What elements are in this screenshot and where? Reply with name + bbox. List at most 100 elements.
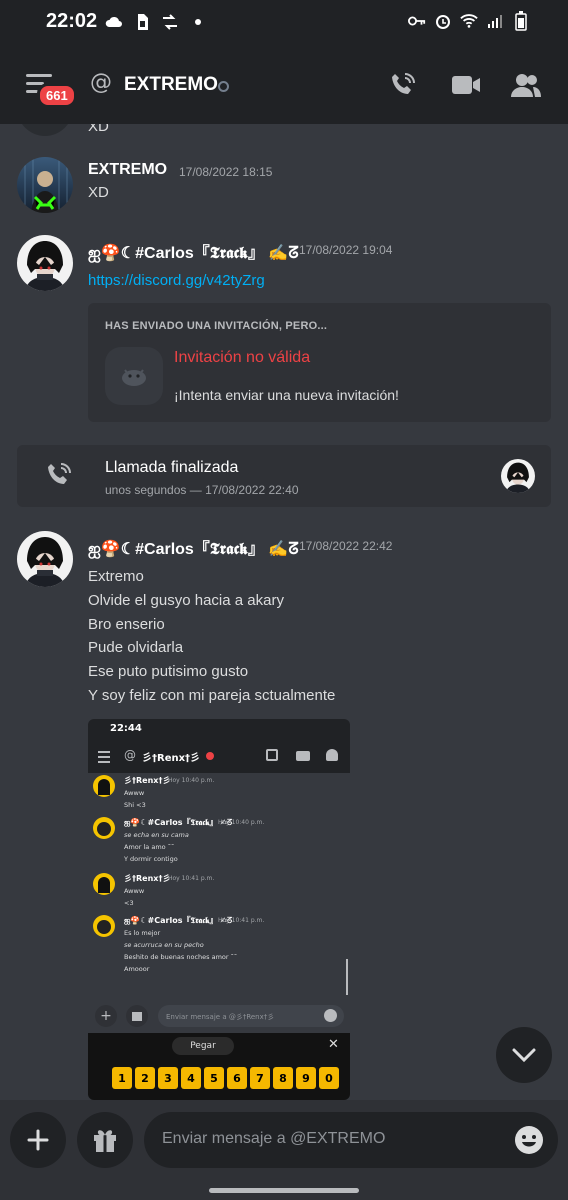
channel-header: 661 @ EXTREMO (0, 46, 568, 124)
sync-icon (161, 13, 179, 31)
message-author[interactable]: ஐ🍄☾#Carlos『𝕿𝖗𝖆𝖈𝖐』 ✍ᘔ (88, 239, 299, 264)
message-line: Bro enserio (88, 616, 165, 633)
mini-avatar (93, 873, 115, 895)
message-line: Ese puto putisimo gusto (88, 663, 249, 680)
mini-text: Awww (124, 789, 145, 797)
mini-gift-icon (126, 1005, 148, 1027)
attachment-channel: 彡†Renx†彡 (142, 753, 201, 764)
voice-call-button[interactable] (386, 68, 420, 102)
video-camera-icon (296, 751, 310, 761)
message-author[interactable]: ஐ🍄☾#Carlos『𝕿𝖗𝖆𝖈𝖐』 ✍ᘔ (88, 535, 299, 560)
alarm-icon (434, 12, 452, 30)
key: 7 (250, 1067, 270, 1089)
dnd-status-icon (206, 752, 214, 760)
key: 4 (181, 1067, 201, 1089)
key: 2 (135, 1067, 155, 1089)
mini-text: Awww (124, 887, 145, 895)
message-input[interactable]: Enviar mensaje a @EXTREMO (144, 1112, 558, 1168)
message-line: Y soy feliz con mi pareja sctualmente (88, 687, 336, 704)
invite-hint: ¡Intenta enviar una nueva invitación! (174, 387, 399, 403)
message-author[interactable]: EXTREMO (88, 161, 167, 179)
mini-text: Es lo mejor (124, 929, 161, 937)
mini-timestamp: Hoy 10:40 p.m. (168, 777, 215, 784)
number-row: 1 2 3 4 5 6 7 8 9 0 (112, 1067, 339, 1089)
home-indicator[interactable] (209, 1188, 359, 1193)
add-attachment-button[interactable] (10, 1112, 66, 1168)
at-icon: @ (124, 748, 136, 762)
chevron-down-icon (512, 1048, 536, 1063)
close-icon: ✕ (328, 1037, 339, 1052)
attachment-time: 22:44 (110, 723, 142, 734)
mini-timestamp: Hoy 10:41 p.m. (168, 875, 215, 882)
mini-author: 彡†Renx†彡 (124, 874, 171, 883)
dot-icon (189, 13, 207, 31)
mini-input-placeholder: Enviar mensaje a @彡†Renx†彡 (166, 1013, 275, 1021)
mini-text: Shi <3 (124, 801, 146, 809)
mini-timestamp: Hoy 10:40 p.m. (218, 819, 265, 826)
channel-title: EXTREMO (124, 74, 218, 95)
call-subtitle: unos segundos — 17/08/2022 22:40 (105, 483, 299, 497)
message-line: Pude olvidarla (88, 639, 184, 656)
members-button[interactable] (509, 68, 543, 102)
offline-status-icon (218, 81, 229, 92)
mini-author: ஐ🍄☾#Carlos『𝕿𝖗𝖆𝖈𝖐』 ✍ᘔ (124, 916, 233, 925)
emoji-icon[interactable] (514, 1125, 544, 1155)
wifi-icon (460, 12, 478, 30)
sim-card-icon (133, 13, 151, 31)
plus-icon (27, 1129, 49, 1151)
phone-call-icon (392, 73, 415, 94)
call-ended-card[interactable]: Llamada finalizada unos segundos — 17/08… (17, 445, 551, 507)
key: 0 (319, 1067, 339, 1089)
message-text: XD (88, 184, 109, 201)
mini-text: Amooor (124, 965, 150, 973)
image-attachment[interactable]: 22:44 @ 彡†Renx†彡 彡†Renx†彡 Hoy 10:40 p.m.… (88, 719, 350, 1100)
mini-message-input: Enviar mensaje a @彡†Renx†彡 (158, 1005, 344, 1027)
video-camera-icon (452, 76, 480, 94)
attachment-header: @ 彡†Renx†彡 (88, 739, 350, 773)
key-icon (408, 12, 426, 30)
notification-badge: 661 (37, 83, 77, 108)
status-bar: 22:02 (0, 0, 568, 46)
message-line: Extremo (88, 568, 144, 585)
mini-add-icon: + (95, 1005, 117, 1027)
status-time: 22:02 (46, 10, 98, 32)
cloud-icon (105, 13, 123, 31)
battery-icon (512, 11, 530, 31)
key: 5 (204, 1067, 224, 1089)
phone-call-icon (48, 463, 71, 484)
composer-bar: Enviar mensaje a @EXTREMO (0, 1100, 568, 1200)
members-icon (511, 74, 541, 97)
gift-icon (94, 1130, 116, 1152)
mini-text: se acurruca en su pecho (124, 941, 204, 949)
message-text: XD (88, 124, 109, 135)
phone-call-icon (266, 749, 278, 761)
avatar-carlos[interactable] (17, 235, 73, 291)
avatar-carlos[interactable] (17, 531, 73, 587)
avatar-extremo[interactable] (17, 157, 73, 213)
call-participant-avatar (501, 459, 535, 493)
mini-avatar (93, 775, 115, 797)
mini-text: Beshito de buenas noches amor ˘˘ (124, 953, 238, 961)
menu-icon (98, 751, 110, 763)
key: 6 (227, 1067, 247, 1089)
avatar[interactable] (17, 124, 73, 136)
message-line: Olvide el gusyo hacia a akary (88, 592, 284, 609)
mini-emoji-icon (324, 1009, 337, 1022)
mini-scrollbar (346, 959, 348, 995)
jump-to-present-button[interactable] (496, 1027, 552, 1083)
paste-chip: Pegar (172, 1037, 234, 1055)
video-call-button[interactable] (449, 68, 483, 102)
key: 8 (273, 1067, 293, 1089)
message-input-placeholder: Enviar mensaje a @EXTREMO (162, 1130, 386, 1147)
invite-embed: HAS ENVIADO UNA INVITACIÓN, PERO... Invi… (88, 303, 551, 422)
mini-text: se echa en su cama (124, 831, 189, 839)
key: 9 (296, 1067, 316, 1089)
mini-text: <3 (124, 899, 134, 907)
message-timestamp: 17/08/2022 18:15 (179, 165, 273, 179)
gift-button[interactable] (77, 1112, 133, 1168)
members-icon (326, 749, 338, 761)
invite-invalid-title: Invitación no válida (174, 349, 311, 366)
invite-link[interactable]: https://discord.gg/v42tyZrg (88, 272, 265, 289)
message-list[interactable]: XD EXTREMO 17/08/2022 18:15 XD ஐ🍄☾#Carlo… (0, 124, 568, 1100)
invalid-server-icon (105, 347, 163, 405)
